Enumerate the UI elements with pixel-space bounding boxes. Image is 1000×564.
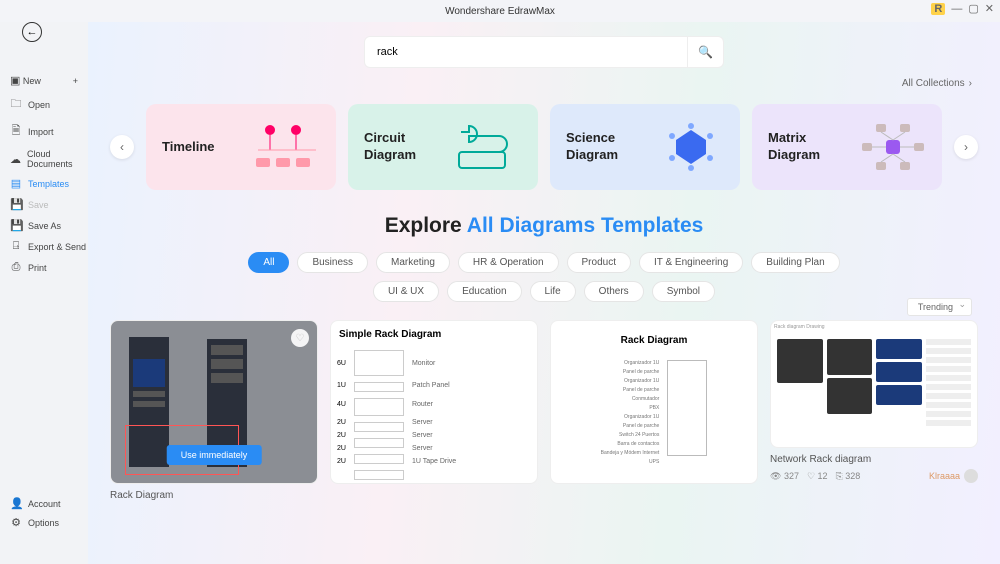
card-timeline[interactable]: Timeline [146, 104, 336, 190]
folder-icon: 🗀 [10, 95, 22, 114]
import-icon: 🗎 [10, 122, 22, 141]
gallery-meta: 👁 327 ♡ 12 ⎘ 328 Klraaaa [770, 469, 978, 483]
gallery-item-2[interactable]: Simple Rack Diagram 6U 1U 4U 2U 2U 2U 2U [330, 320, 538, 501]
gallery-title: Network Rack diagram [770, 454, 978, 465]
sidebar-item-account[interactable]: 👤Account [10, 494, 61, 513]
close-icon[interactable]: ✕ [985, 2, 994, 15]
back-button[interactable]: ← [22, 22, 42, 42]
thumbnail: ♡ Use immediately [110, 320, 318, 484]
filter-chips-row-2: UI & UX Education Life Others Symbol [110, 281, 978, 302]
sidebar-item-options[interactable]: ⚙Options [10, 513, 61, 532]
gallery-item-1[interactable]: ♡ Use immediately Rack Diagram [110, 320, 318, 501]
search-input[interactable] [365, 46, 687, 58]
stat-likes: ♡ 12 [807, 471, 828, 482]
card-matrix[interactable]: MatrixDiagram [752, 104, 942, 190]
favorite-icon[interactable]: ♡ [291, 329, 309, 347]
print-icon: ⎙ [10, 261, 22, 274]
title-bar: Wondershare EdrawMax R — ▢ ✕ [0, 0, 1000, 22]
chip-others[interactable]: Others [584, 281, 644, 302]
gallery-item-3[interactable]: Rack Diagram Organizador 1U Panel de par… [550, 320, 758, 501]
window-title: Wondershare EdrawMax [445, 6, 555, 17]
sidebar-item-cloud[interactable]: ☁Cloud Documents [10, 145, 88, 173]
avatar[interactable] [964, 469, 978, 483]
plus-icon[interactable]: + [73, 76, 78, 86]
user-icon: 👤 [10, 497, 22, 510]
chip-business[interactable]: Business [297, 252, 368, 273]
chip-symbol[interactable]: Symbol [652, 281, 715, 302]
chip-education[interactable]: Education [447, 281, 521, 302]
use-immediately-button[interactable]: Use immediately [167, 445, 262, 465]
category-carousel: ‹ Timeline CircuitDiagram ScienceDiagram [110, 104, 978, 190]
sidebar-item-export[interactable]: ⍈Export & Send [10, 236, 88, 257]
chip-life[interactable]: Life [530, 281, 576, 302]
sidebar-item-save: 💾Save [10, 194, 88, 215]
matrix-art [860, 114, 926, 180]
template-gallery: ♡ Use immediately Rack Diagram Simple Ra… [110, 320, 978, 501]
stat-copies: ⎘ 328 [836, 471, 861, 482]
thumbnail: Rack diagram Drawing [770, 320, 978, 448]
card-science[interactable]: ScienceDiagram [550, 104, 740, 190]
chip-all[interactable]: All [248, 252, 289, 273]
sort-select[interactable]: Trending [907, 298, 972, 316]
carousel-prev[interactable]: ‹ [110, 135, 134, 159]
cloud-icon: ☁ [10, 153, 21, 166]
sidebar-item-new[interactable]: ▣ New+ [10, 70, 88, 91]
all-collections-link[interactable]: All Collections› [902, 78, 972, 89]
chip-product[interactable]: Product [567, 252, 631, 273]
filter-chips-row-1: All Business Marketing HR & Operation Pr… [110, 252, 978, 273]
chip-building[interactable]: Building Plan [751, 252, 839, 273]
sidebar-item-print[interactable]: ⎙Print [10, 257, 88, 278]
maximize-icon[interactable]: ▢ [968, 2, 978, 15]
sidebar-item-open[interactable]: 🗀Open [10, 91, 88, 118]
export-icon: ⍈ [10, 240, 22, 253]
chip-uiux[interactable]: UI & UX [373, 281, 439, 302]
user-badge[interactable]: R [931, 3, 945, 15]
timeline-art [254, 114, 320, 180]
chip-it[interactable]: IT & Engineering [639, 252, 743, 273]
gallery-item-4[interactable]: Rack diagram Drawing Network Rack diagra… [770, 320, 978, 501]
main-content: 🔍 All Collections› ‹ Timeline CircuitDia… [88, 22, 1000, 564]
thumbnail: Rack Diagram Organizador 1U Panel de par… [550, 320, 758, 484]
save-icon: 💾 [10, 198, 22, 211]
templates-icon: ▤ [10, 177, 22, 190]
chip-hr[interactable]: HR & Operation [458, 252, 559, 273]
search-bar: 🔍 [364, 36, 724, 68]
card-circuit[interactable]: CircuitDiagram [348, 104, 538, 190]
gear-icon: ⚙ [10, 516, 22, 529]
saveas-icon: 💾 [10, 219, 22, 232]
sidebar-item-saveas[interactable]: 💾Save As [10, 215, 88, 236]
science-art [658, 114, 724, 180]
sidebar-item-import[interactable]: 🗎Import [10, 118, 88, 145]
chevron-right-icon: › [969, 78, 972, 89]
plus-icon: ▣ [10, 75, 20, 87]
thumbnail: Simple Rack Diagram 6U 1U 4U 2U 2U 2U 2U [330, 320, 538, 484]
explore-heading: Explore All Diagrams Templates [110, 214, 978, 238]
stat-views: 👁 327 [770, 471, 799, 482]
author-name[interactable]: Klraaaa [929, 471, 960, 481]
circuit-art [456, 114, 522, 180]
sidebar: ▣ New+ 🗀Open 🗎Import ☁Cloud Documents ▤T… [0, 22, 88, 564]
sidebar-item-templates[interactable]: ▤Templates [10, 173, 88, 194]
gallery-title: Rack Diagram [110, 490, 318, 501]
search-button[interactable]: 🔍 [687, 37, 723, 67]
carousel-next[interactable]: › [954, 135, 978, 159]
chip-marketing[interactable]: Marketing [376, 252, 450, 273]
minimize-icon[interactable]: — [951, 3, 962, 15]
